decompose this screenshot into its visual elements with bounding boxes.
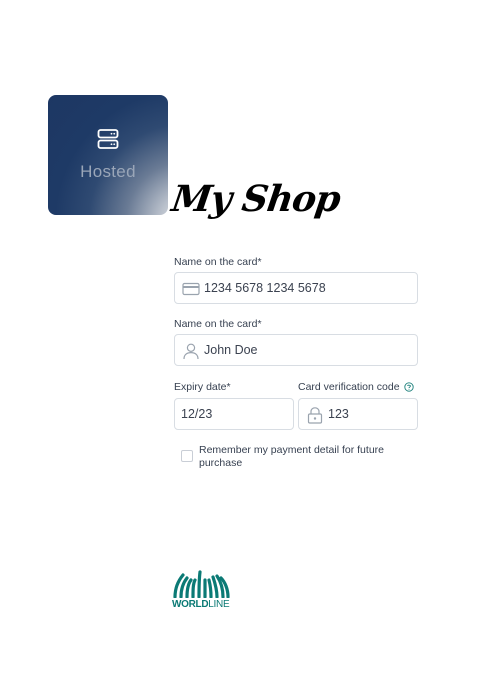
card-name-label: Name on the card*	[174, 318, 262, 330]
question-circle-icon[interactable]	[404, 382, 414, 392]
card-number-label: Name on the card*	[174, 256, 262, 268]
lock-icon	[307, 407, 323, 424]
cvc-label: Card verification code	[298, 381, 400, 393]
expiry-value: 12/23	[181, 407, 213, 421]
user-icon	[183, 343, 199, 360]
hosted-tile[interactable]: Hosted	[48, 95, 168, 215]
expiry-label: Expiry date*	[174, 381, 231, 393]
cvc-input[interactable]: 123	[298, 398, 418, 430]
hosted-label: Hosted	[80, 162, 136, 181]
shop-title: My Shop	[169, 178, 343, 220]
card-number-value: 1234 5678 1234 5678	[204, 281, 326, 295]
worldline-logo: WORLDLINE	[172, 568, 230, 612]
credit-card-icon	[182, 282, 200, 296]
expiry-input[interactable]: 12/23	[174, 398, 294, 430]
card-number-input[interactable]: 1234 5678 1234 5678	[174, 272, 418, 304]
remember-label[interactable]: Remember my payment detail for future pu…	[199, 444, 409, 469]
worldline-wordmark: WORLDLINE	[172, 599, 230, 610]
card-name-input[interactable]: John Doe	[174, 334, 418, 366]
remember-checkbox[interactable]	[181, 450, 193, 462]
worldline-arcs-icon	[173, 570, 230, 599]
cvc-value: 123	[328, 407, 349, 421]
card-name-value: John Doe	[204, 343, 258, 357]
server-icon	[97, 129, 119, 149]
